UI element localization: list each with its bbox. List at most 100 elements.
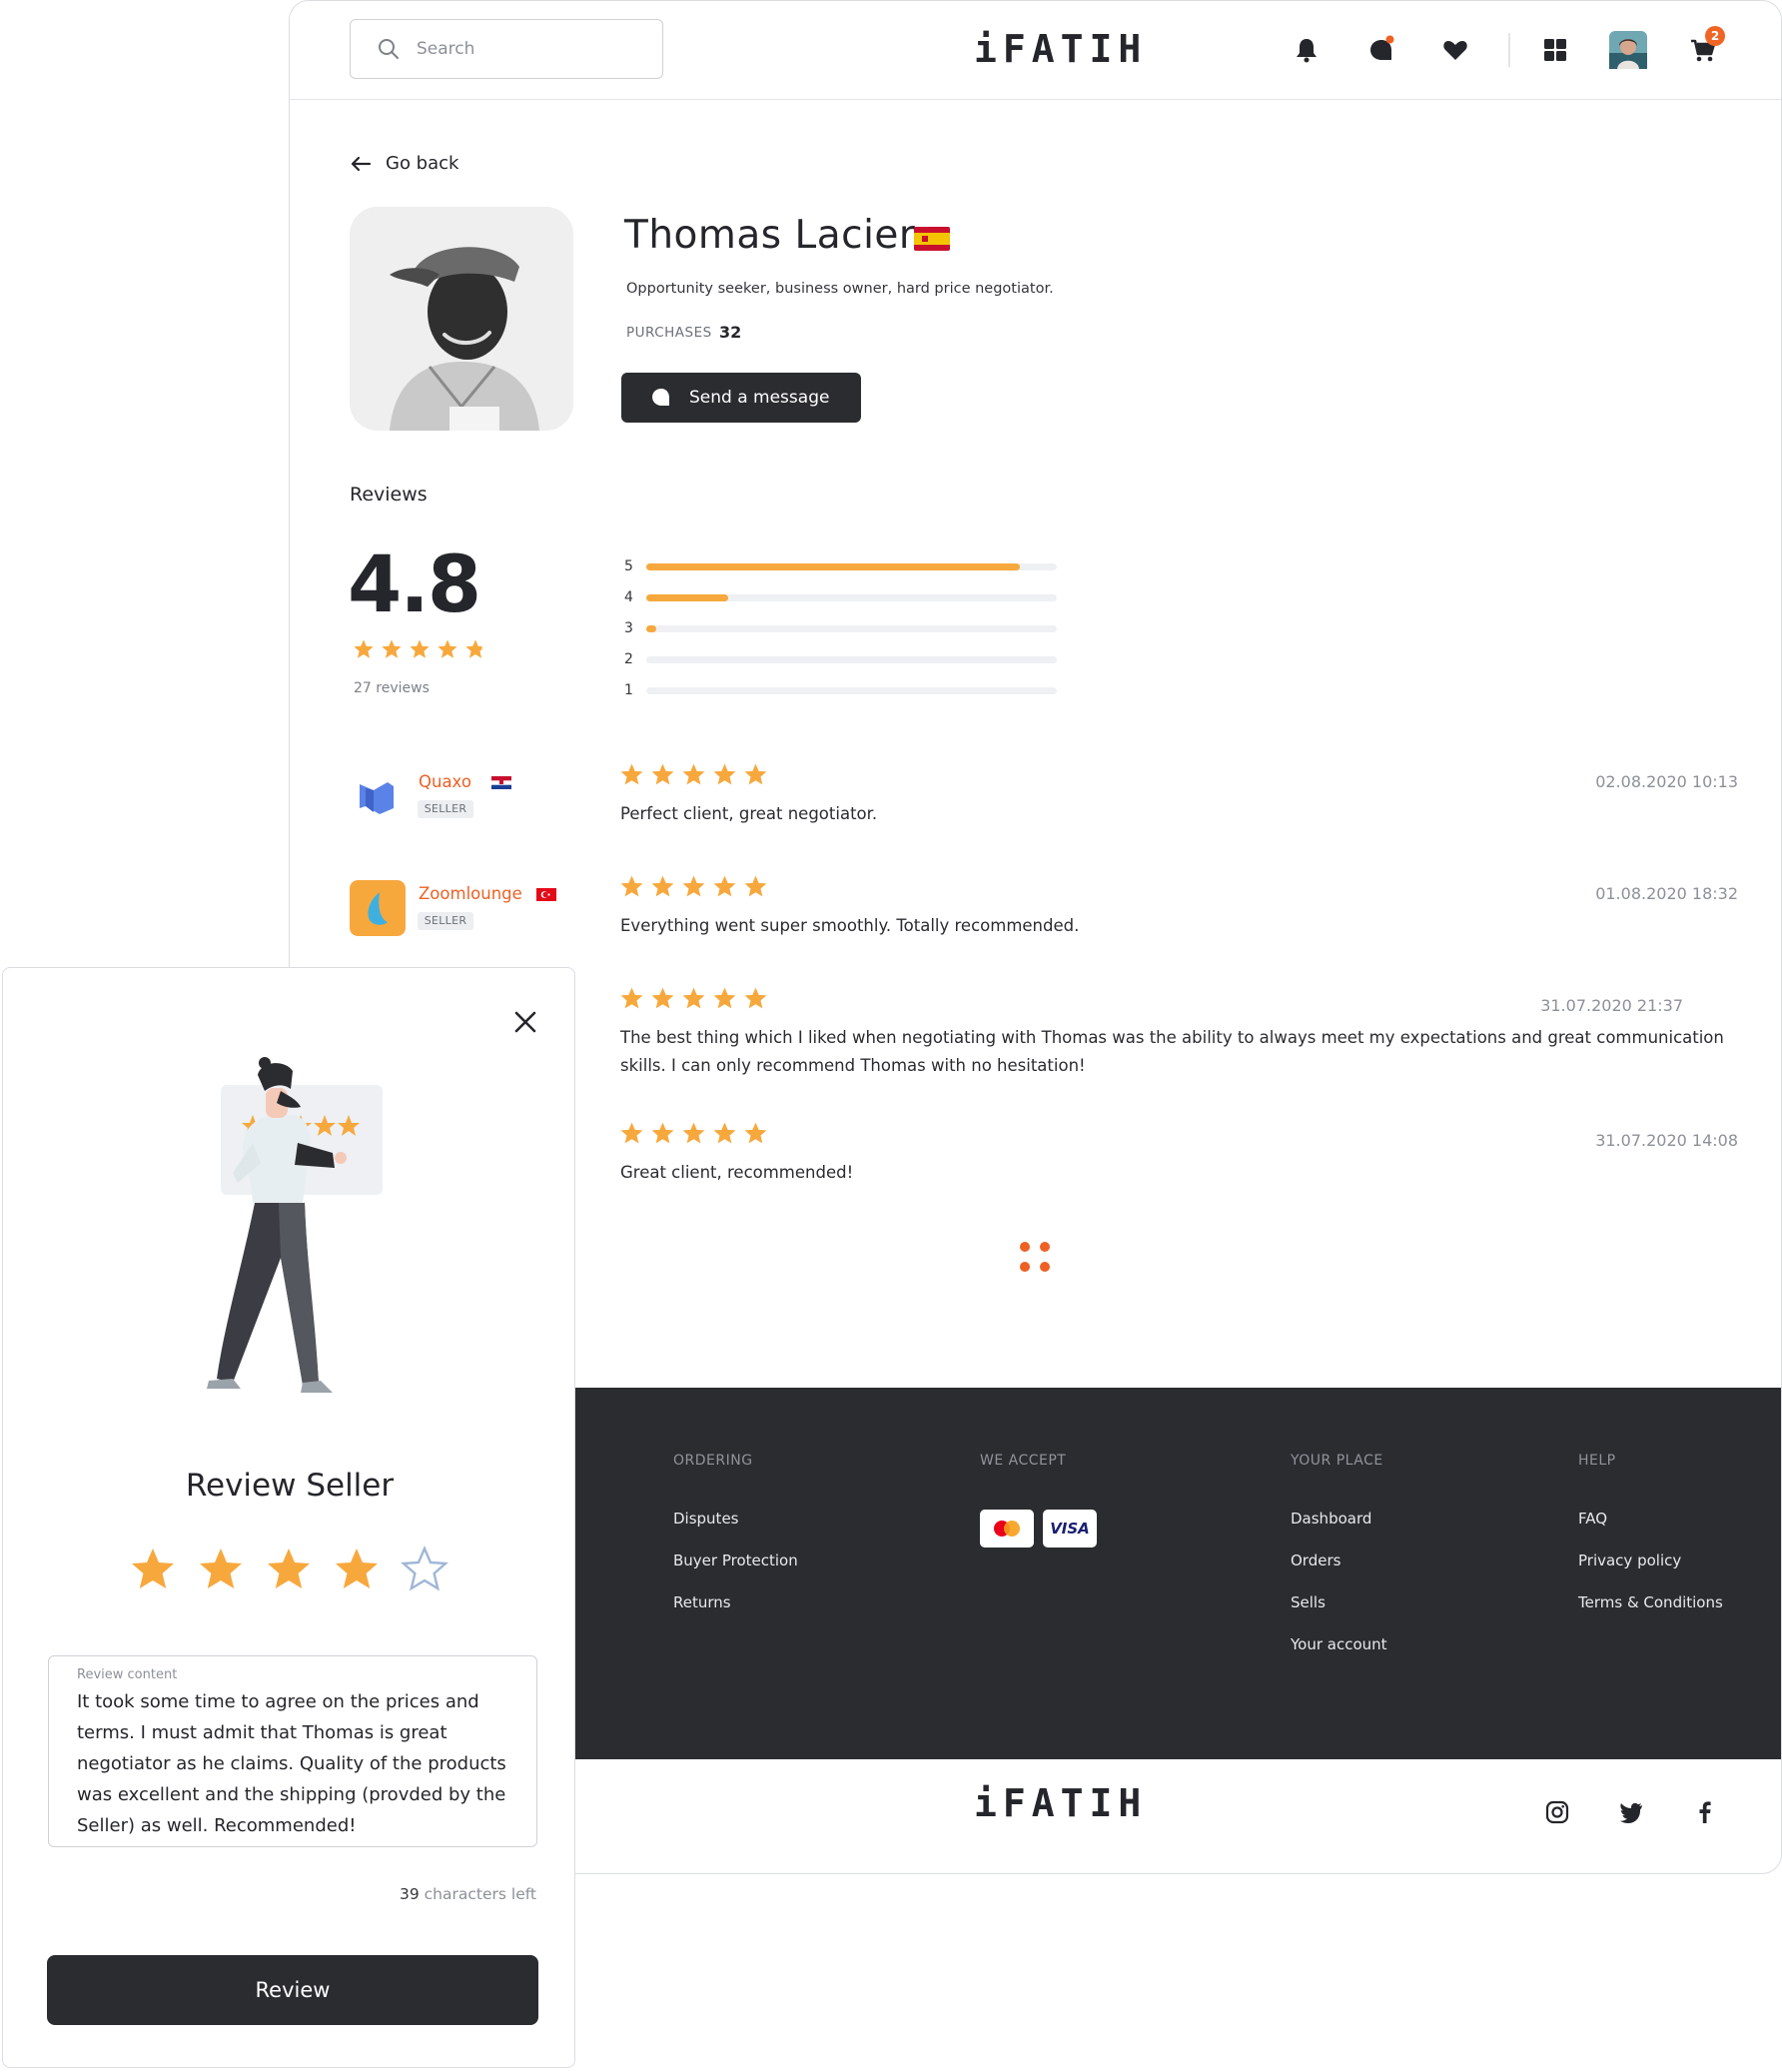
reviews-count: 27 reviews	[354, 680, 430, 696]
rating-bar-track	[646, 687, 1057, 694]
review-date: 31.07.2020 21:37	[1540, 996, 1683, 1015]
close-icon[interactable]	[511, 1008, 539, 1036]
user-avatar[interactable]	[1609, 31, 1647, 69]
star-icon	[744, 1122, 767, 1144]
quaxo-logo	[360, 782, 394, 814]
zoomlounge-logo	[350, 880, 406, 936]
search-box[interactable]	[350, 19, 663, 79]
rating-bar-track	[646, 563, 1057, 570]
footer-link[interactable]: Your account	[1291, 1635, 1387, 1653]
footer-col-title: HELP	[1578, 1453, 1616, 1469]
chat-bubble-icon	[652, 389, 669, 406]
chat-icon[interactable]	[1366, 35, 1396, 65]
nav-divider	[1508, 33, 1510, 67]
star-icon	[620, 875, 643, 897]
footer-link[interactable]: Terms & Conditions	[1578, 1593, 1723, 1611]
reviews-heading: Reviews	[350, 484, 428, 506]
review-date: 01.08.2020 18:32	[1595, 884, 1738, 903]
review-content-label: Review content	[77, 1667, 178, 1682]
loading-spinner-icon	[1020, 1242, 1054, 1276]
review-stars	[619, 874, 768, 899]
send-message-label: Send a message	[689, 388, 830, 408]
top-navigation: iFATIH	[290, 1, 1781, 100]
footer-col-title: WE ACCEPT	[980, 1453, 1067, 1469]
average-rating: 4.8	[348, 540, 481, 630]
star-icon[interactable]	[401, 1546, 448, 1593]
star-icon	[438, 639, 457, 658]
spain-flag-icon	[914, 227, 950, 251]
review-content-field[interactable]: Review content It took some time to agre…	[48, 1655, 537, 1847]
user-name: Thomas Lacier	[624, 213, 916, 258]
instagram-icon[interactable]	[1544, 1799, 1570, 1825]
characters-left: 39 characters left	[400, 1885, 536, 1903]
rating-bar-row: 2	[624, 649, 1057, 669]
search-input[interactable]	[415, 34, 648, 64]
star-icon	[744, 875, 767, 897]
modal-title: Review Seller	[185, 1468, 395, 1504]
star-icon	[651, 875, 674, 897]
turkey-flag-icon	[536, 888, 556, 901]
footer-col-title: YOUR PLACE	[1291, 1453, 1383, 1469]
reviewer-name[interactable]: Zoomlounge	[419, 884, 522, 903]
review-date: 31.07.2020 14:08	[1595, 1131, 1738, 1150]
star-icon	[465, 639, 482, 658]
bell-icon[interactable]	[1292, 35, 1322, 65]
grid-icon[interactable]	[1540, 35, 1570, 65]
star-icon[interactable]	[265, 1546, 313, 1593]
twitter-icon[interactable]	[1618, 1799, 1644, 1825]
rating-bar-label: 4	[624, 589, 633, 605]
logo[interactable]: iFATIH	[974, 27, 1147, 71]
reviewer-name[interactable]: Quaxo	[419, 772, 471, 791]
review-submit-button[interactable]: Review	[47, 1955, 538, 2025]
send-message-button[interactable]: Send a message	[621, 373, 861, 423]
rating-bar-label: 5	[624, 558, 633, 574]
facebook-icon[interactable]	[1692, 1799, 1718, 1825]
star-icon	[651, 1122, 674, 1144]
star-icon	[682, 987, 705, 1009]
star-icon[interactable]	[129, 1546, 177, 1593]
review-stars	[619, 1121, 768, 1146]
footer-link[interactable]: Orders	[1291, 1552, 1340, 1569]
go-back-link[interactable]: Go back	[350, 153, 458, 174]
star-icon	[682, 1122, 705, 1144]
visa-icon: VISA	[1043, 1510, 1097, 1548]
footer-logo[interactable]: iFATIH	[974, 1781, 1147, 1825]
star-icon	[382, 639, 402, 658]
go-back-label: Go back	[386, 153, 459, 174]
review-text: Great client, recommended!	[620, 1163, 854, 1182]
characters-left-label: characters left	[424, 1885, 536, 1903]
review-text: Everything went super smoothly. Totally …	[620, 916, 1080, 935]
footer-link[interactable]: Buyer Protection	[673, 1552, 798, 1569]
review-item: Quaxo SELLER 02.08.2020 10:13 Perfect cl…	[350, 763, 1738, 838]
star-icon	[620, 987, 643, 1009]
star-icon	[354, 639, 374, 658]
star-icon[interactable]	[333, 1546, 381, 1593]
star-icon	[713, 763, 736, 785]
cart-badge: 2	[1705, 26, 1725, 46]
footer-link[interactable]: Privacy policy	[1578, 1552, 1681, 1569]
star-icon	[682, 763, 705, 785]
review-content-text[interactable]: It took some time to agree on the prices…	[77, 1686, 516, 1841]
footer-link[interactable]: Disputes	[673, 1510, 739, 1528]
purchases-label: PURCHASES	[626, 325, 712, 341]
review-text: The best thing which I liked when negoti…	[620, 1028, 1724, 1075]
star-icon[interactable]	[197, 1546, 245, 1593]
mastercard-icon	[980, 1510, 1034, 1548]
footer-link[interactable]: Sells	[1291, 1593, 1326, 1611]
star-icon	[713, 1122, 736, 1144]
profile-photo	[350, 207, 573, 431]
heart-icon[interactable]	[1440, 35, 1470, 65]
star-icon	[713, 875, 736, 897]
review-date: 02.08.2020 10:13	[1595, 772, 1738, 791]
footer-link[interactable]: Dashboard	[1291, 1510, 1371, 1528]
star-icon	[744, 987, 767, 1009]
rating-input[interactable]	[129, 1546, 448, 1593]
rating-bar-label: 3	[624, 620, 633, 636]
average-stars	[353, 638, 486, 660]
star-icon	[651, 987, 674, 1009]
rating-bar-fill	[646, 563, 1020, 570]
footer-link[interactable]: FAQ	[1578, 1510, 1607, 1528]
footer-link[interactable]: Returns	[673, 1593, 731, 1611]
rating-bar-label: 2	[624, 651, 633, 667]
rating-bar-fill	[646, 594, 729, 601]
